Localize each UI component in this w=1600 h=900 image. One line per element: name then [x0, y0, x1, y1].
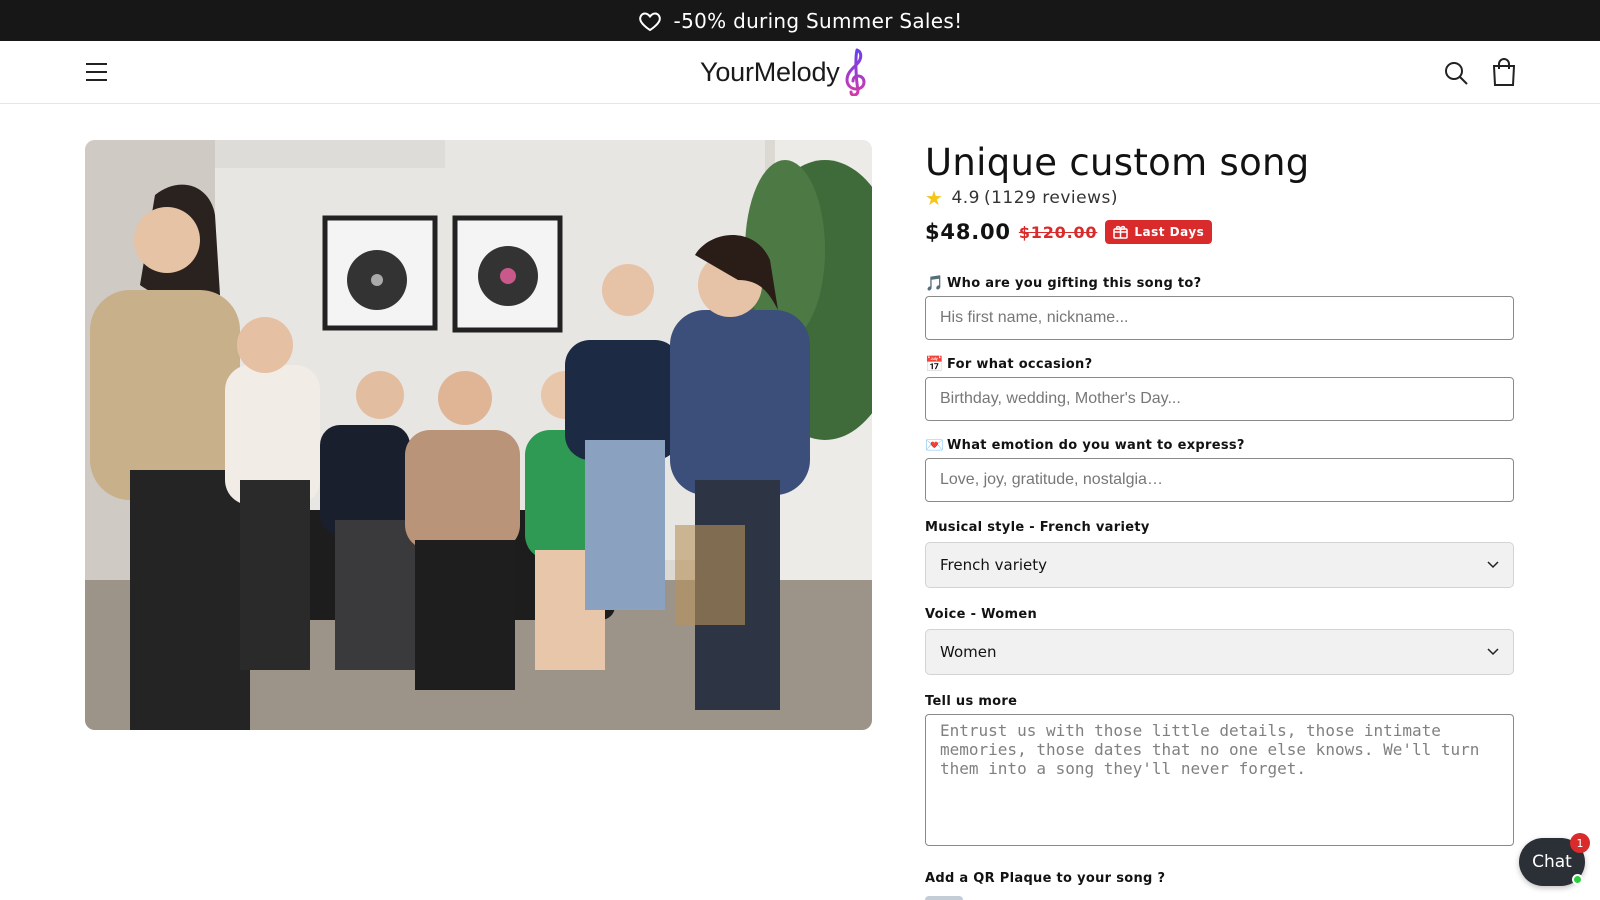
style-label: Musical style - French variety — [925, 520, 1150, 535]
heart-icon — [638, 11, 661, 31]
voice-label: Voice - Women — [925, 607, 1038, 622]
site-logo[interactable]: YourMelody — [700, 47, 870, 97]
chevron-down-icon — [1487, 648, 1499, 656]
team-photo — [85, 140, 872, 730]
recipient-label: 🎵 Who are you gifting this song to? — [925, 274, 1202, 292]
star-icon: ★ — [925, 186, 944, 210]
announcement-bar: -50% during Summer Sales! — [0, 0, 1600, 41]
gift-icon — [1113, 225, 1129, 239]
style-select-value: French variety — [940, 556, 1048, 574]
voice-select[interactable]: Women — [925, 629, 1514, 675]
chat-notification-badge: 1 — [1570, 833, 1590, 853]
style-select[interactable]: French variety — [925, 542, 1514, 588]
voice-group: Voice - Women Women — [925, 607, 1514, 675]
product-rating[interactable]: ★ 4.9 (1129 reviews) — [925, 188, 1515, 208]
qr-group: Add a QR Plaque to your song ? — [925, 871, 1165, 886]
menu-button[interactable] — [84, 59, 110, 85]
rating-value: 4.9 — [951, 188, 980, 208]
occasion-input[interactable] — [925, 377, 1514, 421]
chevron-down-icon — [1487, 561, 1499, 569]
details-textarea[interactable] — [925, 714, 1514, 846]
love-letter-icon: 💌 — [925, 436, 944, 454]
style-group: Musical style - French variety French va… — [925, 520, 1514, 588]
voice-select-value: Women — [940, 643, 997, 661]
search-button[interactable] — [1442, 59, 1470, 87]
emotion-input[interactable] — [925, 458, 1514, 502]
vinyl-frame-left — [322, 215, 438, 331]
compare-price: $120.00 — [1018, 222, 1098, 242]
site-header: YourMelody — [0, 41, 1600, 104]
rating-count: (1129 reviews) — [983, 188, 1118, 208]
product-image[interactable] — [85, 140, 872, 730]
sale-badge-text: Last Days — [1134, 225, 1205, 239]
recipient-input[interactable] — [925, 296, 1514, 340]
calendar-icon: 📅 — [925, 355, 944, 373]
details-label: Tell us more — [925, 694, 1018, 709]
online-indicator — [1572, 874, 1583, 885]
emotion-group: 💌 What emotion do you want to express? — [925, 436, 1514, 502]
chat-label: Chat — [1532, 852, 1572, 872]
product-info: Unique custom song ★ 4.9 (1129 reviews) … — [925, 140, 1515, 900]
occasion-label: 📅 For what occasion? — [925, 355, 1093, 373]
qr-label: Add a QR Plaque to your song ? — [925, 871, 1166, 886]
sale-badge: Last Days — [1105, 220, 1213, 244]
emotion-label: 💌 What emotion do you want to express? — [925, 436, 1245, 454]
music-note-icon: 🎵 — [925, 274, 944, 292]
cart-button[interactable] — [1490, 57, 1518, 87]
logo-text: YourMelody — [700, 56, 840, 87]
search-icon — [1445, 62, 1468, 85]
qr-checkbox[interactable] — [925, 896, 963, 900]
recipient-group: 🎵 Who are you gifting this song to? — [925, 274, 1514, 340]
shopping-bag-icon — [1492, 58, 1516, 86]
treble-clef-icon — [845, 48, 866, 96]
vinyl-frame-right — [452, 215, 563, 333]
sale-price: $48.00 — [925, 220, 1011, 244]
product-title: Unique custom song — [925, 141, 1310, 184]
details-group: Tell us more — [925, 694, 1514, 850]
occasion-group: 📅 For what occasion? — [925, 355, 1514, 421]
hamburger-menu-icon — [86, 63, 107, 81]
announcement-text: -50% during Summer Sales! — [673, 8, 963, 33]
price-row: $48.00 $120.00 Last Days — [925, 220, 1515, 244]
